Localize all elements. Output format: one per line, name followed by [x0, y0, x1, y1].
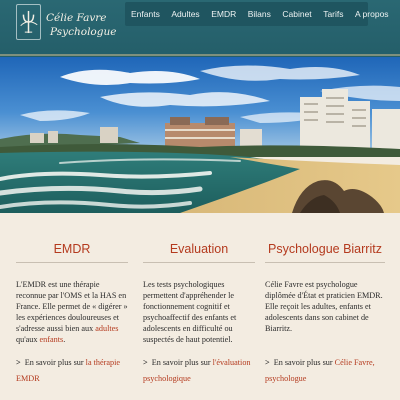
column-text-emdr: L'EMDR est une thérapie reconnue par l'O… [16, 279, 128, 346]
arrow-right-icon: > [143, 358, 148, 367]
nav-item-bilans[interactable]: Bilans [248, 9, 271, 19]
link-adultes[interactable]: adultes [95, 324, 118, 333]
column-text-part: qu'aux [16, 335, 40, 345]
header-divider [0, 54, 400, 56]
link-enfants[interactable]: enfants [40, 335, 64, 344]
hero-image [0, 57, 400, 213]
read-more-prefix: En savoir plus sur [151, 358, 211, 367]
column-title-evaluation: Evaluation [169, 242, 229, 256]
read-more-emdr: > En savoir plus sur la thérapie EMDR [16, 355, 128, 386]
nav-item-a-propos[interactable]: A propos [355, 9, 389, 19]
brand-line-1: Célie Favre [46, 12, 107, 24]
read-more-evaluation: > En savoir plus sur l'évaluation psycho… [143, 355, 255, 386]
read-more-prefix: En savoir plus sur [273, 358, 333, 367]
arrow-right-icon: > [265, 358, 270, 367]
main-nav: Enfants Adultes EMDR Bilans Cabinet Tari… [125, 2, 389, 26]
column-text-psychologue-biarritz: Célie Favre est psychologue diplômée d'É… [265, 280, 383, 334]
column-text-evaluation: Les tests psychologiques permettent d'ap… [143, 280, 237, 345]
column-title-emdr: EMDR [53, 242, 91, 256]
nav-item-cabinet[interactable]: Cabinet [282, 9, 311, 19]
column-divider [143, 262, 255, 263]
nav-item-tarifs[interactable]: Tarifs [323, 9, 343, 19]
read-more-celie-favre: > En savoir plus sur Célie Favre, psycho… [265, 355, 385, 386]
column-divider [265, 262, 385, 263]
nav-item-emdr[interactable]: EMDR [211, 9, 236, 19]
arrow-right-icon: > [16, 358, 21, 367]
brand-line-2: Psychologue [50, 26, 117, 38]
feature-columns: EMDR L'EMDR est une thérapie reconnue pa… [0, 213, 400, 400]
read-more-prefix: En savoir plus sur [24, 358, 84, 367]
biarritz-beach-illustration [0, 57, 400, 213]
logo[interactable] [16, 4, 41, 40]
nav-item-enfants[interactable]: Enfants [131, 9, 160, 19]
brand-name[interactable]: Célie Favre Psychologue [46, 11, 116, 39]
column-title-psychologue-biarritz: Psychologue Biarritz [268, 242, 382, 256]
nav-item-adultes[interactable]: Adultes [171, 9, 199, 19]
psi-logo-icon [20, 10, 38, 34]
column-divider [16, 262, 128, 263]
site-header: Célie Favre Psychologue Enfants Adultes … [0, 0, 400, 57]
column-text-part: . [63, 335, 66, 345]
